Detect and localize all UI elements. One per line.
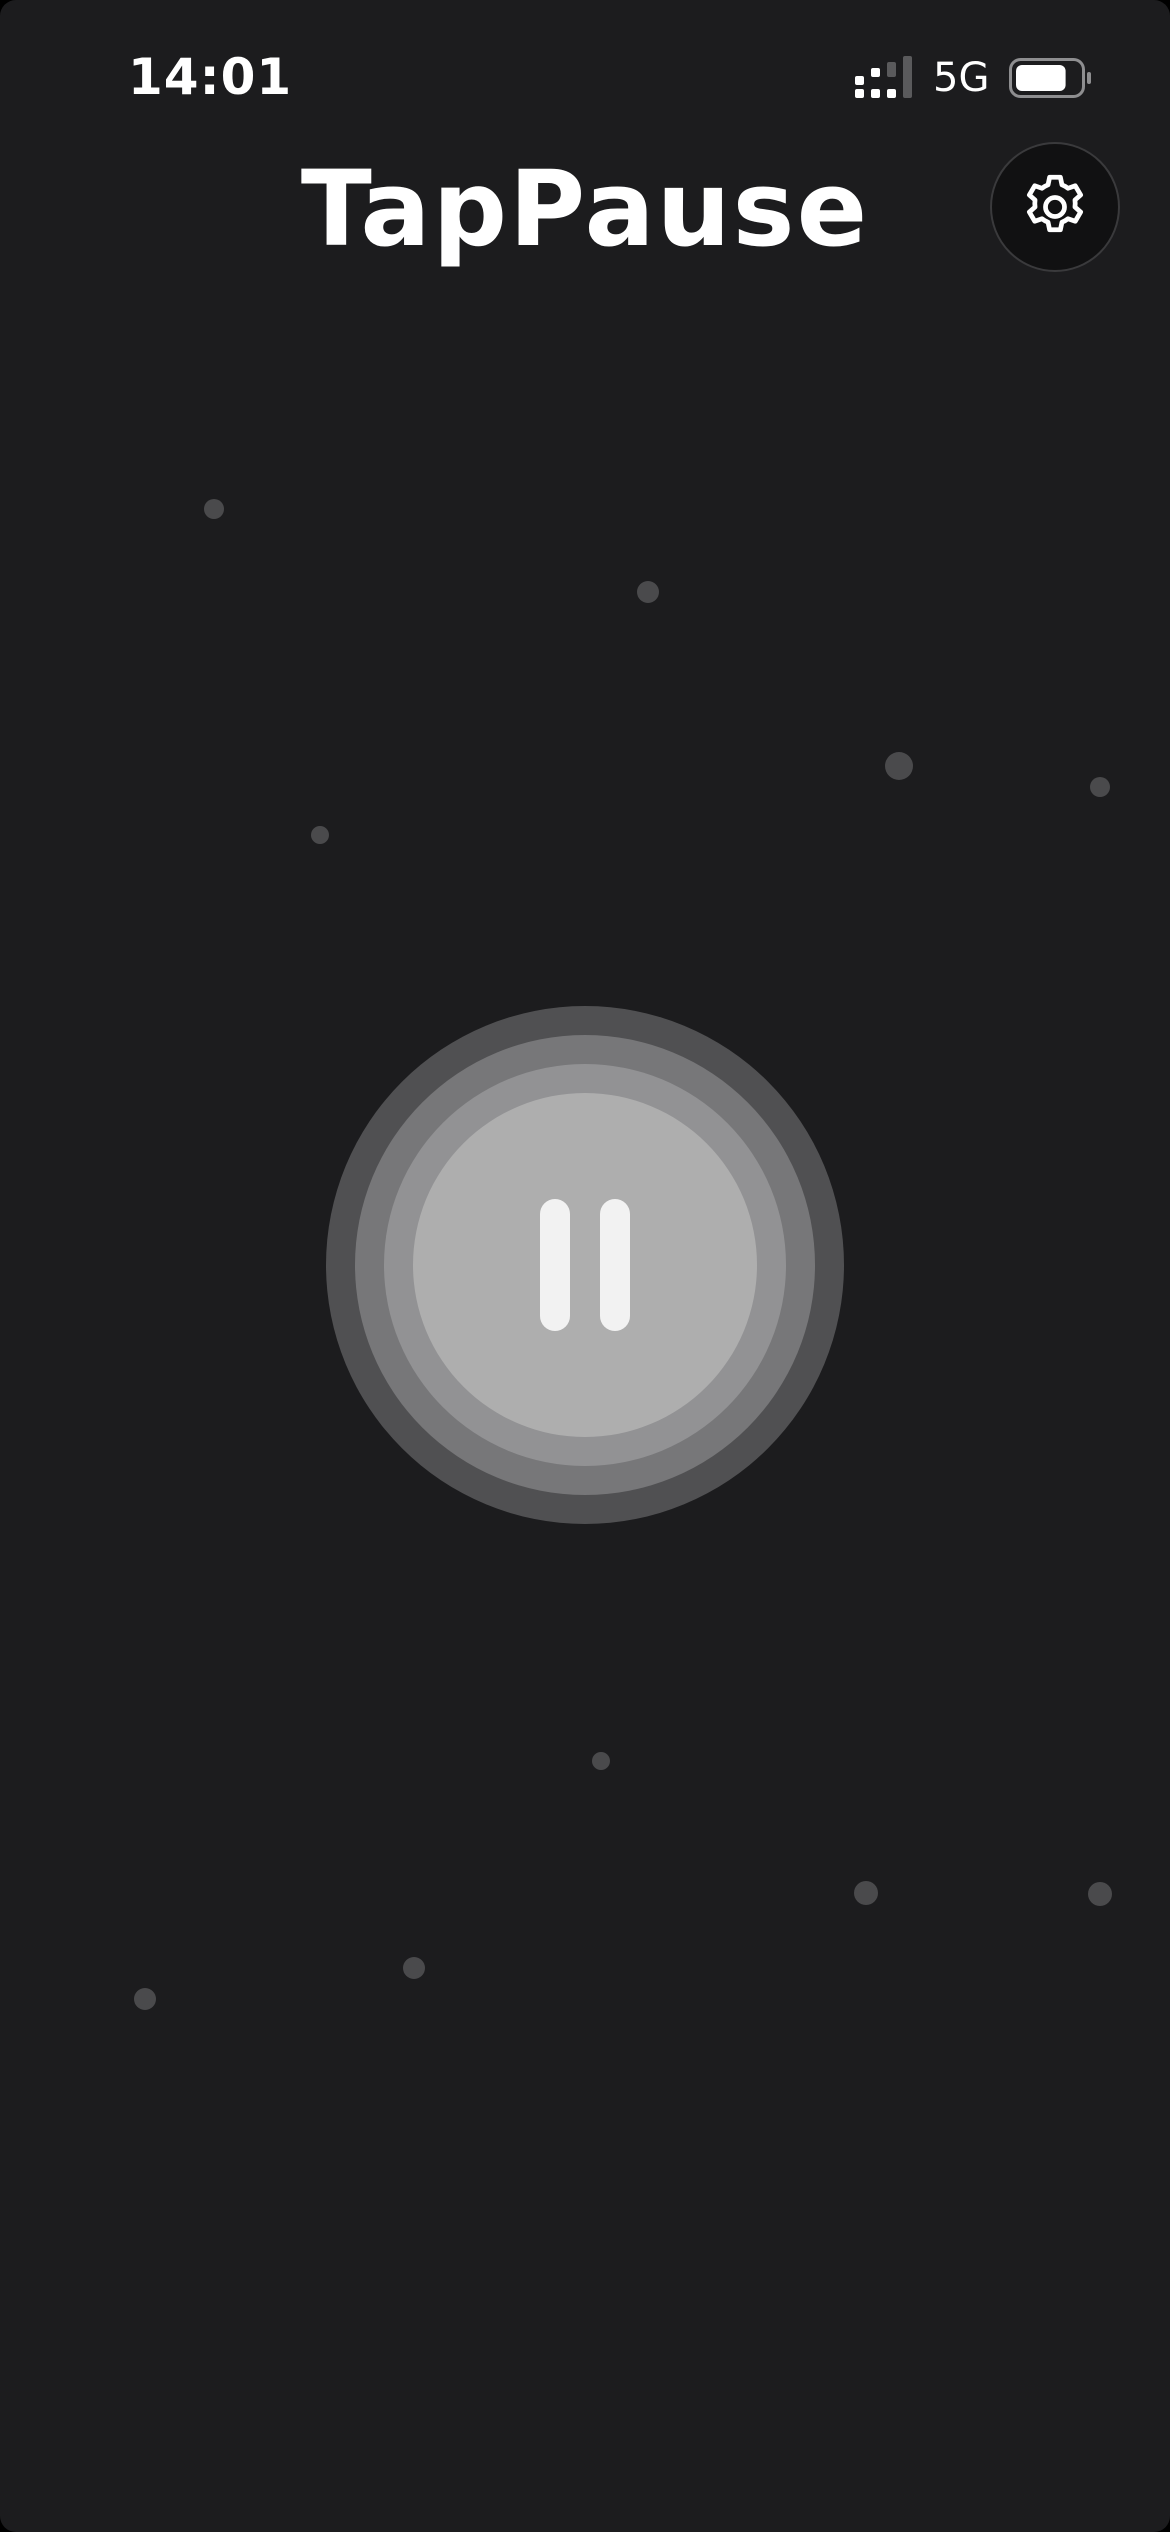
settings-button[interactable] <box>990 142 1120 272</box>
app-screen: 14:01 5G TapPause <box>0 0 1170 2532</box>
pause-bar-left <box>540 1199 570 1331</box>
pause-icon <box>413 1093 757 1437</box>
gear-icon <box>1026 174 1084 233</box>
status-time: 14:01 <box>128 48 293 106</box>
pause-button[interactable] <box>326 1006 844 1524</box>
ambient-dot <box>1088 1882 1112 1906</box>
signal-icon <box>855 56 912 98</box>
ambient-dot <box>403 1957 425 1979</box>
status-bar: 14:01 5G <box>0 0 1170 140</box>
ambient-dot <box>204 499 224 519</box>
ambient-dot <box>1090 777 1110 797</box>
battery-icon <box>1009 58 1091 98</box>
ambient-dot <box>637 581 659 603</box>
pause-button-ring <box>384 1064 786 1466</box>
ambient-dot <box>885 752 913 780</box>
pause-button-ring <box>355 1035 815 1495</box>
pause-button-core <box>413 1093 757 1437</box>
pause-bar-right <box>600 1199 630 1331</box>
ambient-dot <box>854 1881 878 1905</box>
ambient-dot <box>592 1752 610 1770</box>
ambient-dot <box>134 1988 156 2010</box>
network-label: 5G <box>933 55 990 101</box>
ambient-dot <box>311 826 329 844</box>
